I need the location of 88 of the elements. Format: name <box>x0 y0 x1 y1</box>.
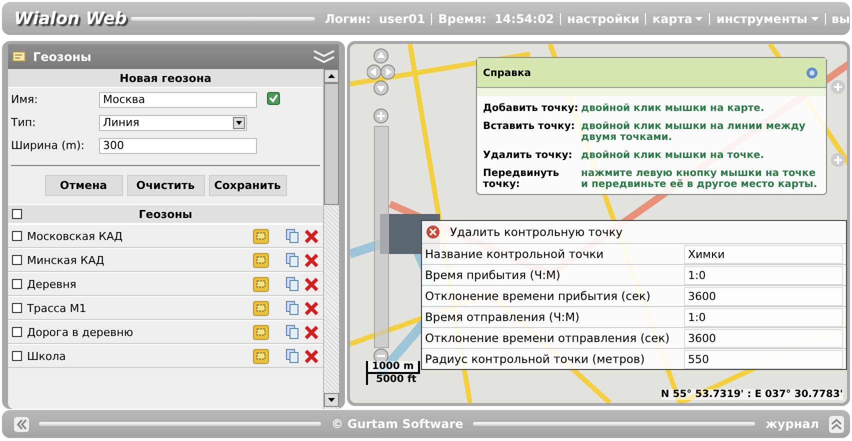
property-value[interactable]: 550 <box>684 350 843 368</box>
copy-icon[interactable] <box>286 325 299 339</box>
field-label: Тип: <box>11 116 37 129</box>
app-logo: Wialon Web <box>14 8 127 28</box>
help-text: двойной клик мышки на линии между двумя точками. <box>581 121 806 143</box>
help-term: Вставить точку: <box>483 121 576 134</box>
property-value[interactable]: 1:0 <box>684 308 843 326</box>
geozone-name: Школа <box>27 350 67 362</box>
section-header: Геозоны <box>138 208 192 220</box>
type-dropdown[interactable]: Линия <box>99 114 247 130</box>
delete-icon[interactable] <box>304 348 319 364</box>
popup-title: Справка <box>483 68 532 78</box>
property-value[interactable]: 3600 <box>684 328 843 348</box>
input-field[interactable]: 300 <box>99 138 257 154</box>
geozone-name: Московская КАД <box>27 230 124 242</box>
caret-icon <box>695 16 704 20</box>
geozone-icon[interactable] <box>253 252 269 268</box>
help-text: двойной клик мышки на карте. <box>581 103 766 114</box>
geozone-name: Дорога в деревню <box>27 326 134 338</box>
geozone-name: Трасса М1 <box>27 302 88 314</box>
scroll-up-icon[interactable] <box>324 69 339 83</box>
property-label: Время прибытия (Ч:М) <box>424 268 562 282</box>
property-label: Время отправления (Ч:М) <box>424 310 581 324</box>
property-label: Отклонение времени отправления (сек) <box>424 331 671 345</box>
scrollbar-thumb[interactable] <box>324 83 339 205</box>
checkbox[interactable] <box>12 303 22 313</box>
section-header: Новая геозона <box>8 69 323 88</box>
login-label: Логин: <box>324 12 371 26</box>
dropdown-value: Линия <box>103 116 140 129</box>
geozone-icon[interactable] <box>253 228 269 244</box>
geozone-icon[interactable] <box>253 324 269 340</box>
geozone-name: Деревня <box>27 278 78 290</box>
property-label: Отклонение времени прибытия (сек) <box>424 289 652 303</box>
checkbox[interactable] <box>12 351 22 361</box>
property-value[interactable]: 1:0 <box>684 266 843 284</box>
copy-icon[interactable] <box>286 277 299 291</box>
field-label: Имя: <box>11 93 39 106</box>
checkbox[interactable] <box>12 231 22 241</box>
delete-icon[interactable] <box>304 228 319 244</box>
copy-icon[interactable] <box>286 253 299 267</box>
action-button[interactable]: Очистить <box>126 175 204 196</box>
copy-icon[interactable] <box>286 229 299 243</box>
clock-time: 14:54:02 <box>494 12 554 26</box>
username: user01 <box>378 12 426 26</box>
checkbox[interactable] <box>12 255 22 265</box>
delete-icon[interactable] <box>304 300 319 316</box>
coordinates-text: N 55° 53.7319' : E 037° 30.7783' <box>660 389 843 400</box>
scale-bar-label: 5000 ft <box>366 374 420 385</box>
copy-icon[interactable] <box>286 301 299 315</box>
action-button[interactable]: Отмена <box>44 175 122 196</box>
help-term: Передвинуть точку: <box>483 168 560 190</box>
geozone-icon[interactable] <box>253 300 269 316</box>
info-icon[interactable] <box>806 67 818 79</box>
input-field[interactable]: Москва <box>99 92 257 108</box>
property-value[interactable]: Химки <box>684 244 843 264</box>
copy-icon[interactable] <box>286 349 299 363</box>
property-label: Радиус контрольной точки (метров) <box>424 352 646 366</box>
panel-title: Геозоны <box>33 50 92 64</box>
delete-icon[interactable] <box>304 276 319 292</box>
collapse-left-icon[interactable] <box>14 416 29 432</box>
check-icon[interactable] <box>267 92 280 104</box>
checkbox[interactable] <box>12 279 22 289</box>
scroll-down-icon[interactable] <box>324 393 339 407</box>
help-text: нажмите левую кнопку мышки на точке и передвиньте её в другое место карты. <box>581 168 818 190</box>
delete-icon[interactable] <box>304 252 319 268</box>
delete-icon[interactable] <box>304 324 319 340</box>
expand-up-icon[interactable] <box>829 416 844 432</box>
property-label: Название контрольной точки <box>424 247 605 261</box>
popup-title: Удалить контрольную точку <box>450 225 623 239</box>
collapse-icon[interactable] <box>313 50 335 64</box>
help-term: Удалить точку: <box>483 150 574 161</box>
checkbox[interactable] <box>12 327 22 337</box>
action-button[interactable]: Сохранить <box>208 175 286 196</box>
field-label: Ширина (m): <box>11 139 86 152</box>
property-value[interactable]: 3600 <box>684 286 843 306</box>
geozone-icon[interactable] <box>253 348 269 364</box>
geozone-icon[interactable] <box>253 276 269 292</box>
scale-bar: 1000 m <box>366 361 420 374</box>
time-label: Время: <box>438 12 486 26</box>
caret-icon <box>810 16 819 20</box>
help-text: двойной клик мышки на точке. <box>581 150 766 161</box>
select-all-checkbox[interactable] <box>12 209 22 219</box>
zoom-in-icon[interactable] <box>373 108 389 124</box>
copyright-text: © Gurtam Software <box>331 417 464 431</box>
close-icon[interactable] <box>426 225 440 239</box>
map-note-icon <box>12 50 26 63</box>
help-term: Добавить точку: <box>483 103 579 114</box>
geozone-name: Минская КАД <box>27 254 106 266</box>
